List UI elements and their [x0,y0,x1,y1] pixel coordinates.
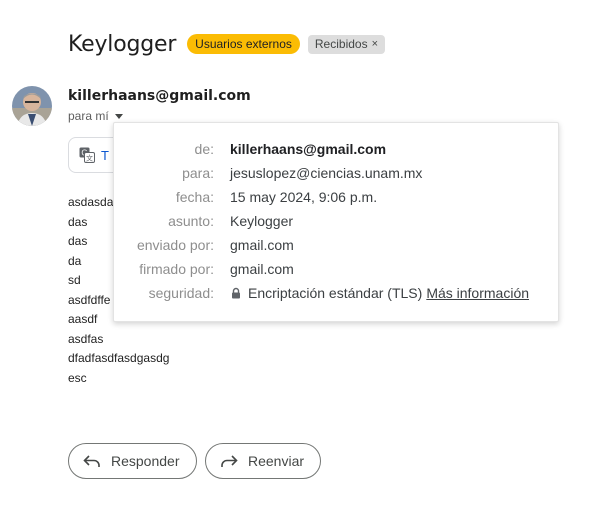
label-inbox[interactable]: Recibidos × [307,34,386,54]
detail-row-date: fecha: 15 may 2024, 9:06 p.m. [114,187,558,207]
detail-key: enviado por: [136,237,214,253]
detail-key: fecha: [175,189,214,205]
remove-label-icon[interactable]: × [372,37,378,52]
detail-value-security: Encriptación estándar (TLS) Más informac… [230,285,529,301]
detail-row-from: de: killerhaans@gmail.com [114,139,558,159]
caret-down-icon[interactable] [114,113,123,119]
reply-label: Responder [111,453,180,469]
subject-header: Keylogger Usuarios externos Recibidos × [68,30,386,58]
detail-row-signed-by: firmado por: gmail.com [114,259,558,279]
recipients-toggle[interactable]: para mí [68,109,123,123]
message-details-popup: de: killerhaans@gmail.com para: jesuslop… [113,122,559,322]
detail-value: killerhaans@gmail.com [230,141,387,157]
detail-row-mailed-by: enviado por: gmail.com [114,235,558,255]
forward-label: Reenviar [248,453,305,469]
forward-button[interactable]: Reenviar [205,443,321,479]
detail-row-subject: asunto: Keylogger [114,211,558,231]
detail-key: firmado por: [139,261,214,277]
person-avatar [12,86,52,126]
detail-row-security: seguridad: Encriptación estándar (TLS) M… [114,283,558,303]
label-inbox-text: Recibidos [314,36,368,51]
body-line: dfadfasdfasdgasdg [68,351,170,365]
sender-email: killerhaans@gmail.com [68,88,251,104]
email-subject: Keylogger [68,31,177,57]
detail-key: seguridad: [148,285,214,301]
more-info-link[interactable]: Más información [426,285,529,301]
recipients-summary: para mí [68,109,109,123]
lock-icon [232,287,240,299]
forward-arrow-icon [221,455,238,467]
detail-value: 15 may 2024, 9:06 p.m. [230,189,378,205]
detail-row-to: para: jesuslopez@ciencias.unam.mx [114,163,558,183]
body-line: asdfas [68,331,104,346]
detail-value: gmail.com [230,237,294,253]
detail-value: Keylogger [230,213,294,229]
body-line: esc [68,370,87,385]
translate-icon: G 文 [79,147,95,163]
label-external-users[interactable]: Usuarios externos [187,34,300,54]
svg-text:文: 文 [86,154,93,163]
reply-button[interactable]: Responder [68,443,197,479]
detail-key: de: [194,141,214,157]
sender-avatar[interactable] [12,86,52,126]
security-text: Encriptación estándar (TLS) [248,285,423,301]
detail-value: gmail.com [230,261,294,277]
detail-key: para: [182,165,214,181]
detail-key: asunto: [168,213,214,229]
detail-value: jesuslopez@ciencias.unam.mx [230,165,423,181]
reply-arrow-icon [83,455,100,467]
translate-label: T [101,147,109,163]
